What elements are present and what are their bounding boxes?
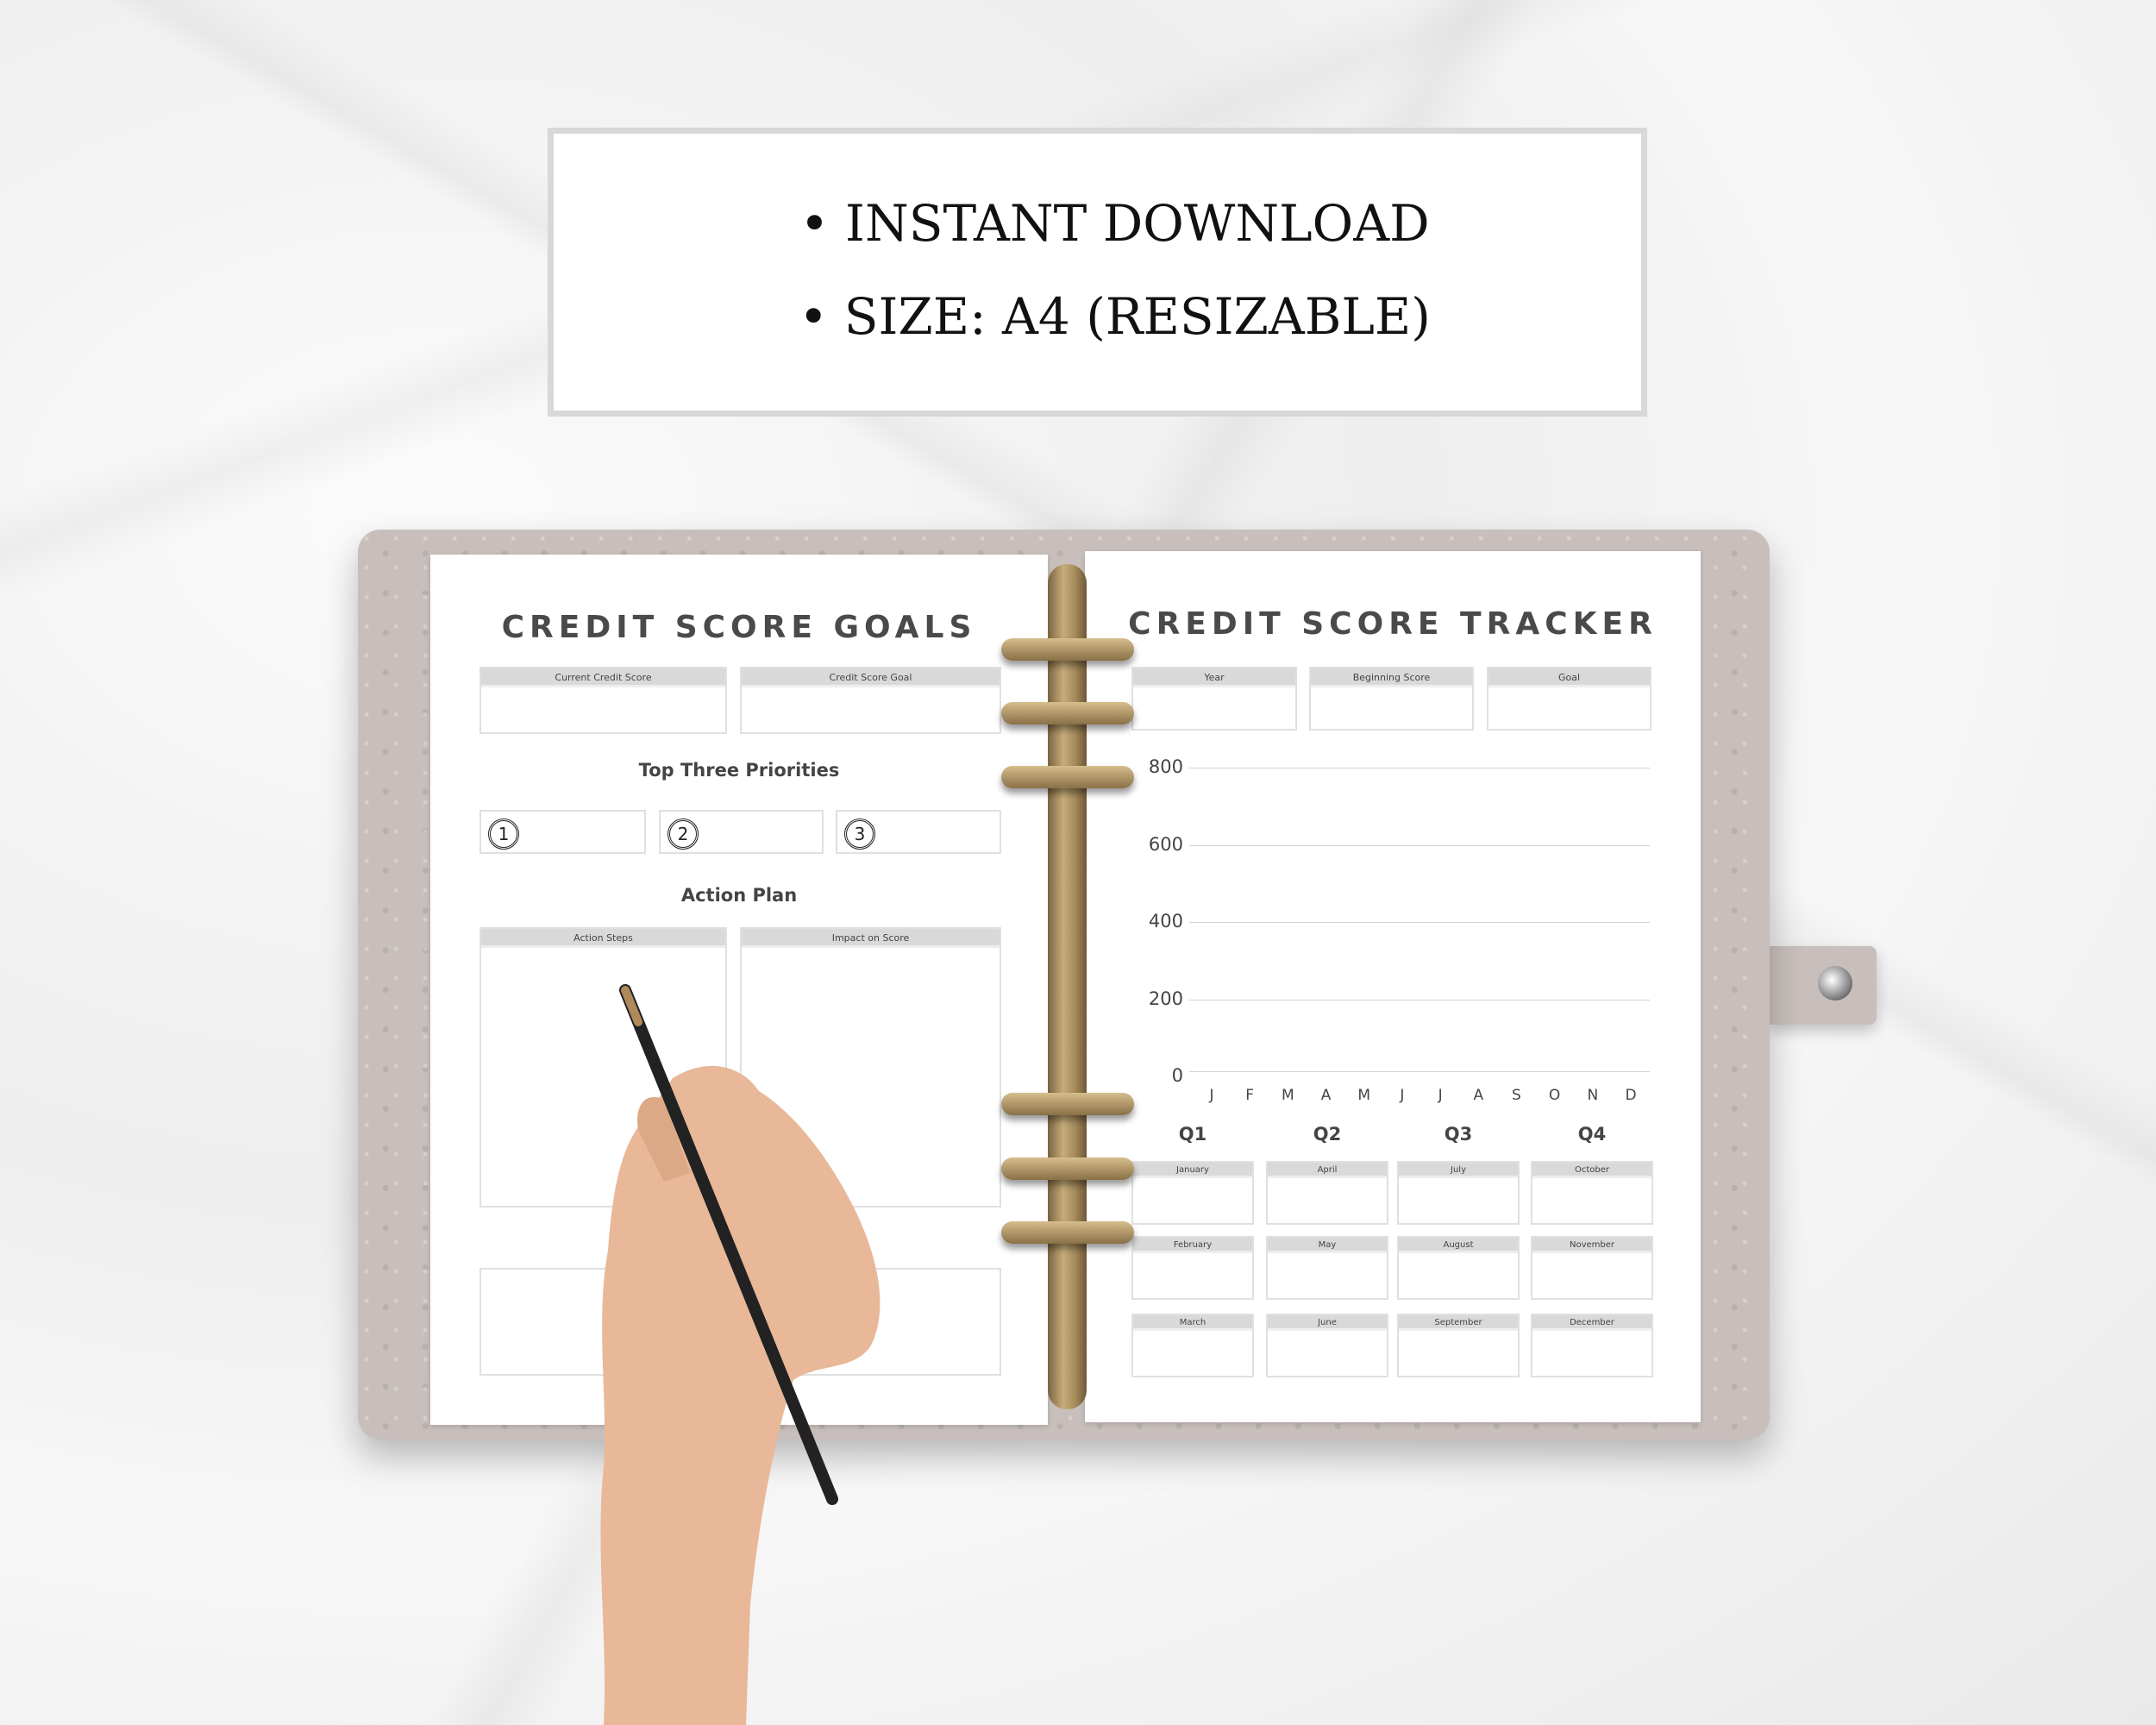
hand-with-pen-image [600,984,881,1725]
hand-shape [600,1065,881,1725]
